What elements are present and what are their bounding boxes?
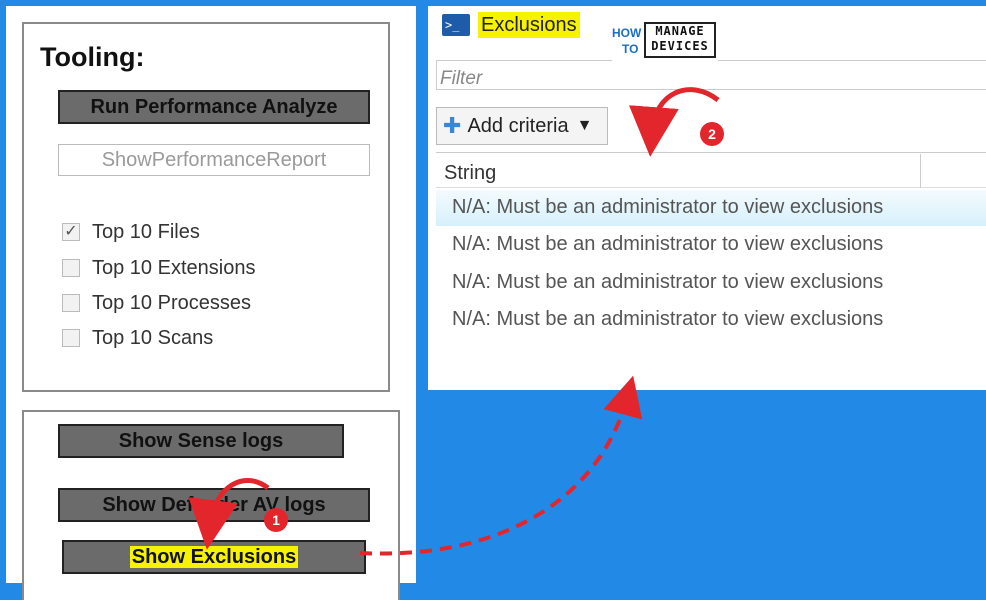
step-1-badge: 1 [264, 508, 288, 532]
curved-arrow-step1 [188, 477, 270, 550]
step-2-badge: 2 [700, 122, 724, 146]
annotation-arrows [188, 87, 720, 556]
dashed-arrow [359, 375, 643, 556]
